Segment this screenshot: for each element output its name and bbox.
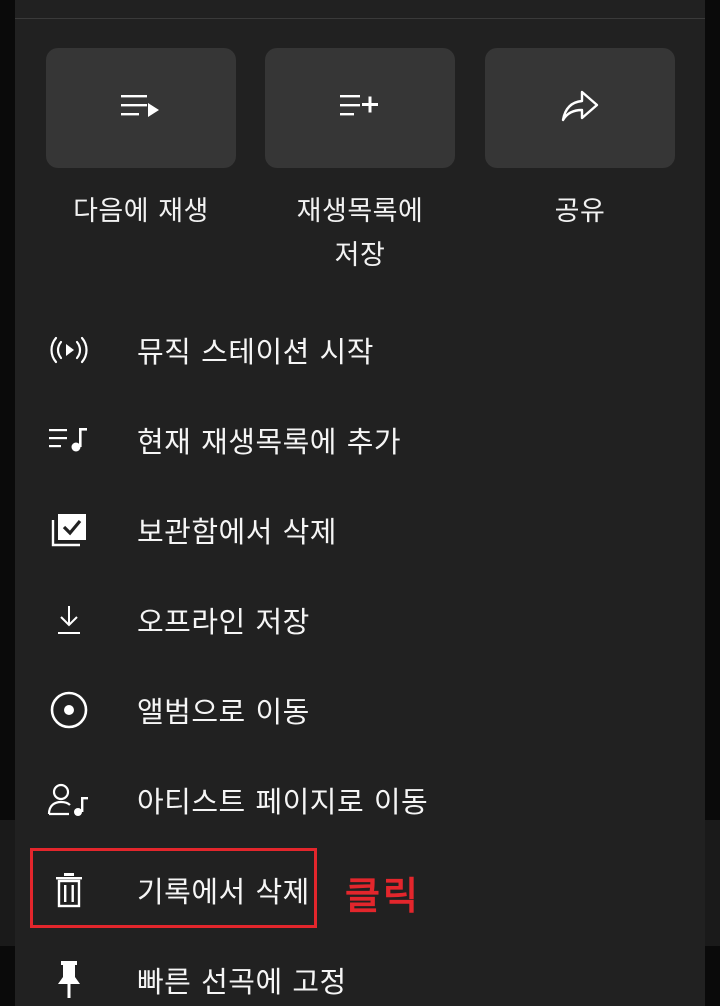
save-to-playlist-tile[interactable] bbox=[265, 48, 455, 168]
background-player-strip-right bbox=[705, 820, 720, 946]
menu-item-go-to-artist[interactable]: 아티스트 페이지로 이동 bbox=[15, 755, 705, 845]
annotation-highlight-box bbox=[30, 848, 317, 928]
menu-item-label: 오프라인 저장 bbox=[137, 605, 310, 639]
menu-item-label: 뮤직 스테이션 시작 bbox=[137, 335, 374, 369]
annotation-click-label: 클릭 bbox=[345, 874, 421, 918]
save-to-playlist-label: 재생목록에 저장 bbox=[296, 196, 424, 271]
radio-icon bbox=[45, 326, 93, 374]
queue-play-icon bbox=[121, 93, 161, 123]
menu-item-label: 앨범으로 이동 bbox=[137, 695, 310, 729]
pin-icon bbox=[45, 956, 93, 1004]
share-label: 공유 bbox=[554, 196, 606, 227]
download-icon bbox=[45, 596, 93, 644]
queue-music-icon bbox=[45, 416, 93, 464]
play-next-label: 다음에 재생 bbox=[73, 196, 209, 227]
quick-actions-row: 다음에 재생 재생목록에 저장 공유 bbox=[15, 48, 705, 288]
library-check-icon bbox=[45, 506, 93, 554]
menu-item-add-to-queue[interactable]: 현재 재생목록에 추가 bbox=[15, 395, 705, 485]
background-player-strip-left bbox=[0, 820, 15, 946]
menu-item-start-radio[interactable]: 뮤직 스테이션 시작 bbox=[15, 305, 705, 395]
share-tile[interactable] bbox=[485, 48, 675, 168]
sheet-divider bbox=[15, 18, 705, 19]
menu-item-download[interactable]: 오프라인 저장 bbox=[15, 575, 705, 665]
share-button[interactable]: 공유 bbox=[485, 48, 675, 234]
menu-item-go-to-album[interactable]: 앨범으로 이동 bbox=[15, 665, 705, 755]
menu-item-label: 현재 재생목록에 추가 bbox=[137, 425, 402, 459]
menu-item-remove-from-library[interactable]: 보관함에서 삭제 bbox=[15, 485, 705, 575]
menu-item-label: 보관함에서 삭제 bbox=[137, 515, 337, 549]
share-icon bbox=[560, 89, 600, 127]
save-to-playlist-button[interactable]: 재생목록에 저장 bbox=[265, 48, 455, 278]
play-next-button[interactable]: 다음에 재생 bbox=[46, 48, 236, 234]
play-next-tile[interactable] bbox=[46, 48, 236, 168]
album-icon bbox=[45, 686, 93, 734]
playlist-add-icon bbox=[340, 93, 380, 123]
menu-item-label: 아티스트 페이지로 이동 bbox=[137, 785, 429, 819]
menu-item-pin-speed-dial[interactable]: 빠른 선곡에 고정 bbox=[15, 935, 705, 1006]
menu-item-label: 빠른 선곡에 고정 bbox=[137, 965, 347, 999]
artist-icon bbox=[45, 776, 93, 824]
